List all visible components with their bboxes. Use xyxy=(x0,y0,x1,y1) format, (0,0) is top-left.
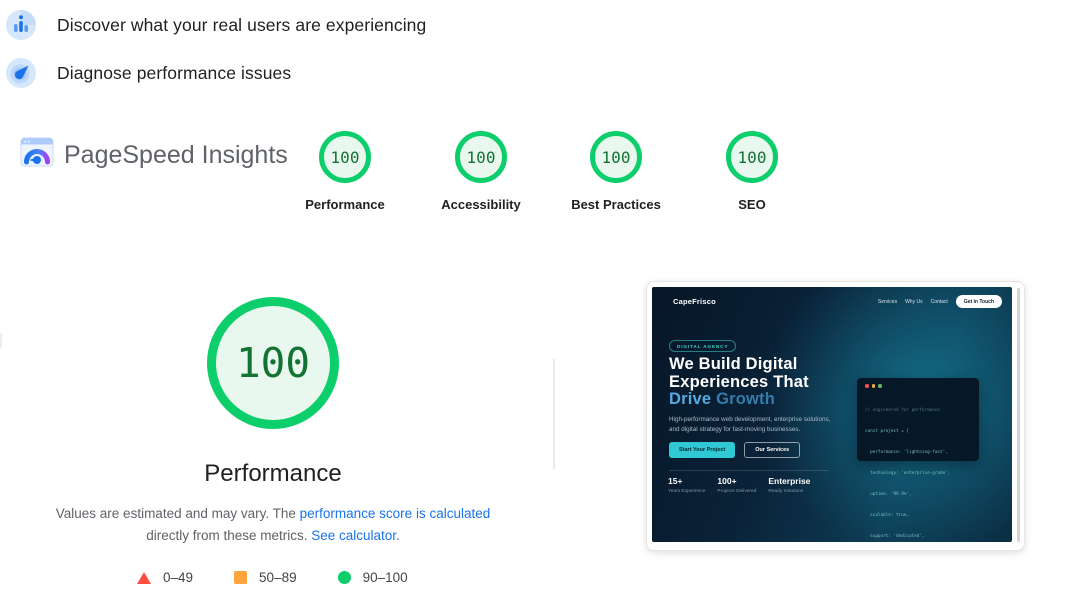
screenshot-cta-pill: Get in Touch xyxy=(956,295,1002,308)
screenshot-primary-button: Start Your Project xyxy=(669,442,735,458)
screenshot-heading: We Build Digital Experiences That Drive … xyxy=(669,356,809,409)
category-label: SEO xyxy=(686,197,818,212)
code-line: const project = { xyxy=(865,428,971,435)
category-label: Best Practices xyxy=(550,197,682,212)
screenshot-badge: Digital Agency xyxy=(669,340,736,352)
intro-item-label: Discover what your real users are experi… xyxy=(57,15,426,36)
screenshot-stat: 15+ Years Experience xyxy=(668,476,705,494)
score-calc-link[interactable]: performance score is calculated xyxy=(300,506,491,521)
legend-item-pass: 90–100 xyxy=(338,570,408,585)
screenshot-subtext: High-performance web development, enterp… xyxy=(669,415,830,434)
screenshot-buttons: Start Your Project Our Services xyxy=(669,442,800,458)
screenshot-stats-divider xyxy=(669,470,829,471)
code-line: // engineered for performance xyxy=(865,407,971,414)
screenshot-nav-link: Why Us xyxy=(905,299,923,305)
heading-line: Experiences That xyxy=(669,373,809,391)
gauge-label: Performance xyxy=(153,460,393,488)
code-line: uptime: '99.9%', xyxy=(865,491,971,498)
legend-item-fail: 0–49 xyxy=(137,570,193,585)
traffic-light-dots xyxy=(865,384,971,388)
stat-value: 100+ xyxy=(717,476,756,486)
category-score-accessibility[interactable]: 100 Accessibility xyxy=(415,131,547,212)
category-label: Accessibility xyxy=(415,197,547,212)
screenshot-scrollbar[interactable] xyxy=(1017,288,1020,542)
vertical-divider xyxy=(553,359,555,469)
screenshot-nav-link: Services xyxy=(878,299,897,305)
heading-accent: Drive xyxy=(669,390,711,408)
score-legend: 0–49 50–89 90–100 xyxy=(137,570,408,585)
intro-item-diagnose: Diagnose performance issues xyxy=(6,58,426,88)
category-score-performance[interactable]: 100 Performance xyxy=(279,131,411,212)
legend-range: 0–49 xyxy=(163,570,193,585)
stat-label: Ready Solutions xyxy=(768,489,810,494)
screenshot-code-window: // engineered for performance const proj… xyxy=(857,378,979,461)
performance-gauge: 100 Performance xyxy=(153,297,393,488)
real-users-bars-icon xyxy=(6,10,36,40)
stat-value: 15+ xyxy=(668,476,705,486)
code-line: support: 'dedicated', xyxy=(865,533,971,540)
heading-line: We Build Digital xyxy=(669,355,797,373)
yellow-dot-icon xyxy=(872,384,876,388)
screenshot-nav-link: Contact xyxy=(931,299,948,305)
disclaimer-text: Values are estimated and may vary. The xyxy=(56,506,300,521)
app-header: PageSpeed Insights xyxy=(20,137,288,173)
orange-square-icon xyxy=(234,571,247,584)
screenshot-stats: 15+ Years Experience 100+ Projects Deliv… xyxy=(668,476,810,494)
green-circle-icon xyxy=(338,571,351,584)
screenshot-site-preview: CapeFrisco Services Why Us Contact Get i… xyxy=(652,287,1012,542)
legend-range: 50–89 xyxy=(259,570,297,585)
category-score-best-practices[interactable]: 100 Best Practices xyxy=(550,131,682,212)
green-dot-icon xyxy=(878,384,882,388)
heading-accent: Growth xyxy=(716,390,775,408)
stat-label: Years Experience xyxy=(668,489,705,494)
disclaimer: Values are estimated and may vary. The p… xyxy=(43,503,503,547)
intro-list: Discover what your real users are experi… xyxy=(6,10,426,106)
score-badge: 100 xyxy=(726,131,778,183)
left-edge-artifact xyxy=(0,333,2,348)
disclaimer-text: directly from these metrics. xyxy=(146,528,311,543)
final-screenshot[interactable]: CapeFrisco Services Why Us Contact Get i… xyxy=(646,281,1025,551)
code-line: scalable: true, xyxy=(865,512,971,519)
disclaimer-line2: directly from these metrics. See calcula… xyxy=(43,525,503,547)
score-badge: 100 xyxy=(319,131,371,183)
disclaimer-line1: Values are estimated and may vary. The p… xyxy=(43,503,503,525)
intro-item-real-users: Discover what your real users are experi… xyxy=(6,10,426,40)
screenshot-navbar: CapeFrisco Services Why Us Contact Get i… xyxy=(652,287,1012,308)
screenshot-secondary-button: Our Services xyxy=(744,442,800,458)
stat-label: Projects Delivered xyxy=(717,489,756,494)
score-badge: 100 xyxy=(590,131,642,183)
pagespeed-logo-icon xyxy=(20,137,54,173)
legend-range: 90–100 xyxy=(363,570,408,585)
score-badge: 100 xyxy=(455,131,507,183)
gauge-score: 100 xyxy=(207,297,339,429)
screenshot-stat: Enterprise Ready Solutions xyxy=(768,476,810,494)
red-dot-icon xyxy=(865,384,869,388)
see-calculator-link[interactable]: See calculator. xyxy=(311,528,400,543)
subtext-line: and digital strategy for fast-moving bus… xyxy=(669,426,800,433)
intro-item-label: Diagnose performance issues xyxy=(57,63,291,84)
diagnose-gauge-icon xyxy=(6,58,36,88)
category-score-seo[interactable]: 100 SEO xyxy=(686,131,818,212)
screenshot-brand: CapeFrisco xyxy=(673,297,716,306)
code-line: performance: 'lightning-fast', xyxy=(865,449,971,456)
legend-item-average: 50–89 xyxy=(234,570,297,585)
screenshot-nav-links: Services Why Us Contact Get in Touch xyxy=(878,295,1002,308)
red-triangle-icon xyxy=(137,572,151,584)
subtext-line: High-performance web development, enterp… xyxy=(669,416,830,423)
app-title: PageSpeed Insights xyxy=(64,141,288,170)
code-line: technology: 'enterprise-grade', xyxy=(865,470,971,477)
code-lines: // engineered for performance const proj… xyxy=(865,393,971,543)
category-label: Performance xyxy=(279,197,411,212)
screenshot-stat: 100+ Projects Delivered xyxy=(717,476,756,494)
stat-value: Enterprise xyxy=(768,476,810,486)
